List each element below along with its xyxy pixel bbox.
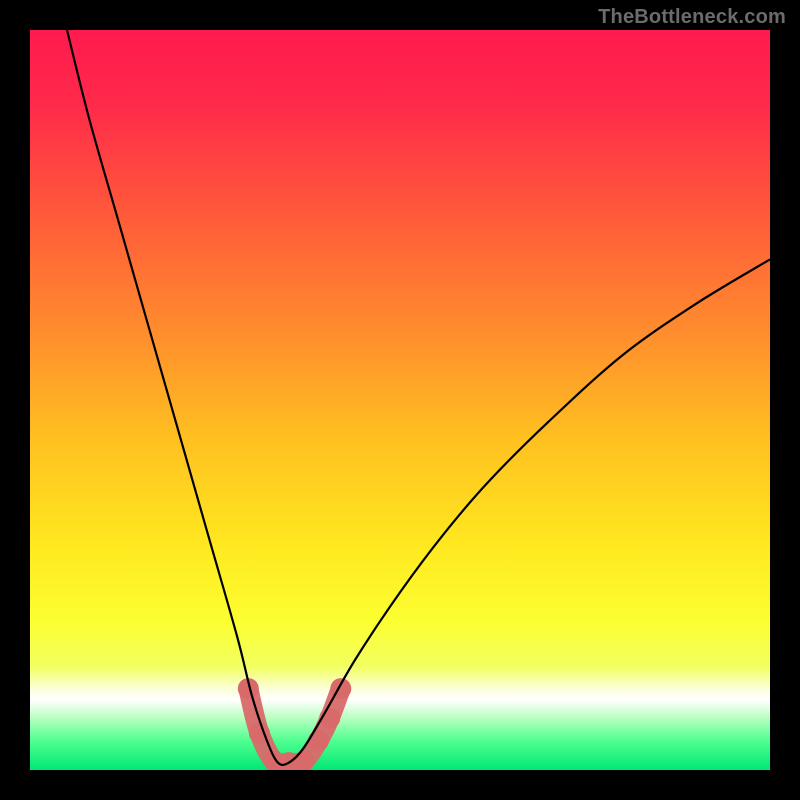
bottleneck-chart: [30, 30, 770, 770]
watermark-text: TheBottleneck.com: [598, 6, 786, 29]
gradient-background: [30, 30, 770, 770]
marker-dot: [308, 730, 329, 751]
plot-area: [30, 30, 770, 770]
chart-frame: TheBottleneck.com: [0, 0, 800, 800]
